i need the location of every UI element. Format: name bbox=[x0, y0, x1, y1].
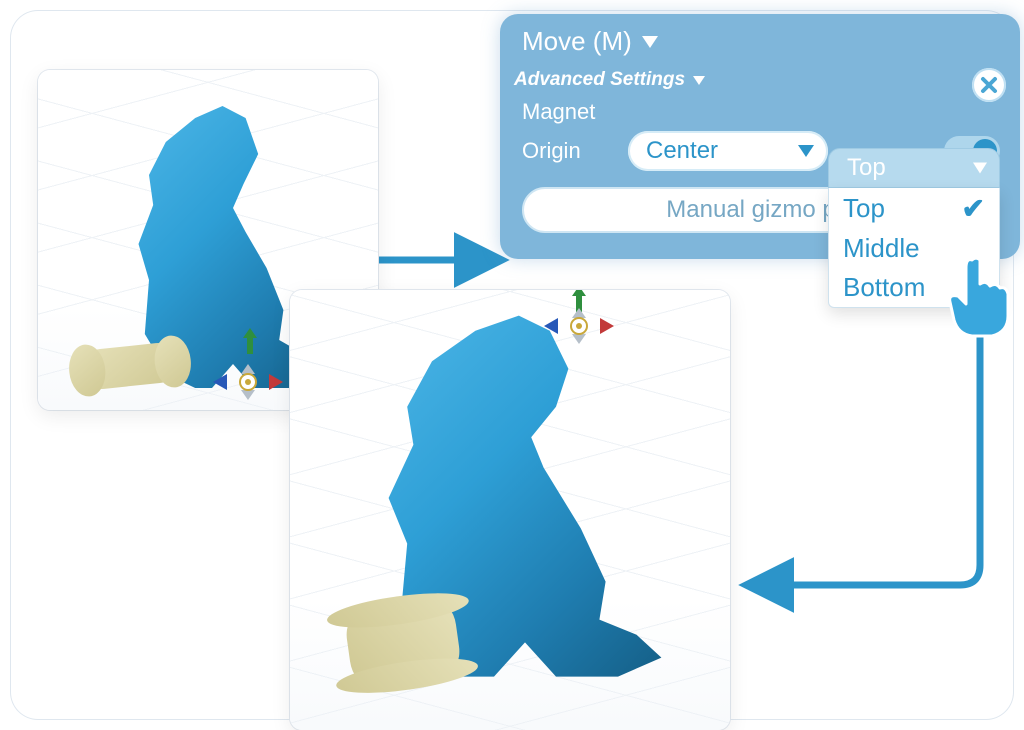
vertical-origin-select[interactable]: Top Top ✔ Middle Bottom bbox=[828, 148, 1000, 188]
move-gizmo-icon bbox=[544, 308, 614, 344]
origin-select[interactable]: Center bbox=[628, 131, 828, 171]
origin-label: Origin bbox=[522, 138, 612, 164]
panel-header[interactable]: Move (M) bbox=[500, 14, 1020, 65]
vertical-origin-select-head[interactable]: Top bbox=[828, 148, 1000, 188]
origin-select-value: Center bbox=[646, 137, 718, 165]
model-bone bbox=[80, 341, 180, 391]
magnet-label: Magnet bbox=[522, 99, 612, 125]
vertical-origin-value: Top bbox=[847, 154, 886, 182]
chevron-down-icon bbox=[798, 145, 814, 157]
option-label: Middle bbox=[843, 233, 920, 264]
advanced-settings-header[interactable]: Advanced Settings bbox=[500, 65, 1020, 93]
advanced-settings-label: Advanced Settings bbox=[514, 69, 685, 91]
chevron-down-icon bbox=[973, 163, 987, 174]
chevron-down-icon bbox=[642, 36, 658, 48]
close-button[interactable] bbox=[972, 68, 1006, 102]
flow-arrow-right bbox=[378, 230, 508, 290]
up-arrow-icon bbox=[243, 328, 257, 354]
option-label: Top bbox=[843, 193, 885, 224]
move-gizmo-icon bbox=[213, 364, 283, 400]
viewport-after bbox=[290, 290, 730, 730]
option-label: Bottom bbox=[843, 272, 925, 303]
chevron-down-icon bbox=[693, 76, 705, 85]
model-bone bbox=[343, 599, 462, 688]
panel-title: Move (M) bbox=[522, 26, 632, 57]
check-icon: ✔ bbox=[962, 192, 985, 225]
manual-gizmo-label: Manual gizmo p bbox=[666, 196, 835, 224]
close-icon bbox=[979, 75, 999, 95]
move-tool-panel: Move (M) Advanced Settings Magnet Origin… bbox=[500, 14, 1020, 259]
flow-arrow-down bbox=[730, 305, 1024, 605]
option-top[interactable]: Top ✔ bbox=[829, 188, 999, 229]
tutorial-canvas: Move (M) Advanced Settings Magnet Origin… bbox=[10, 10, 1014, 720]
pointer-hand-icon bbox=[942, 254, 1014, 340]
